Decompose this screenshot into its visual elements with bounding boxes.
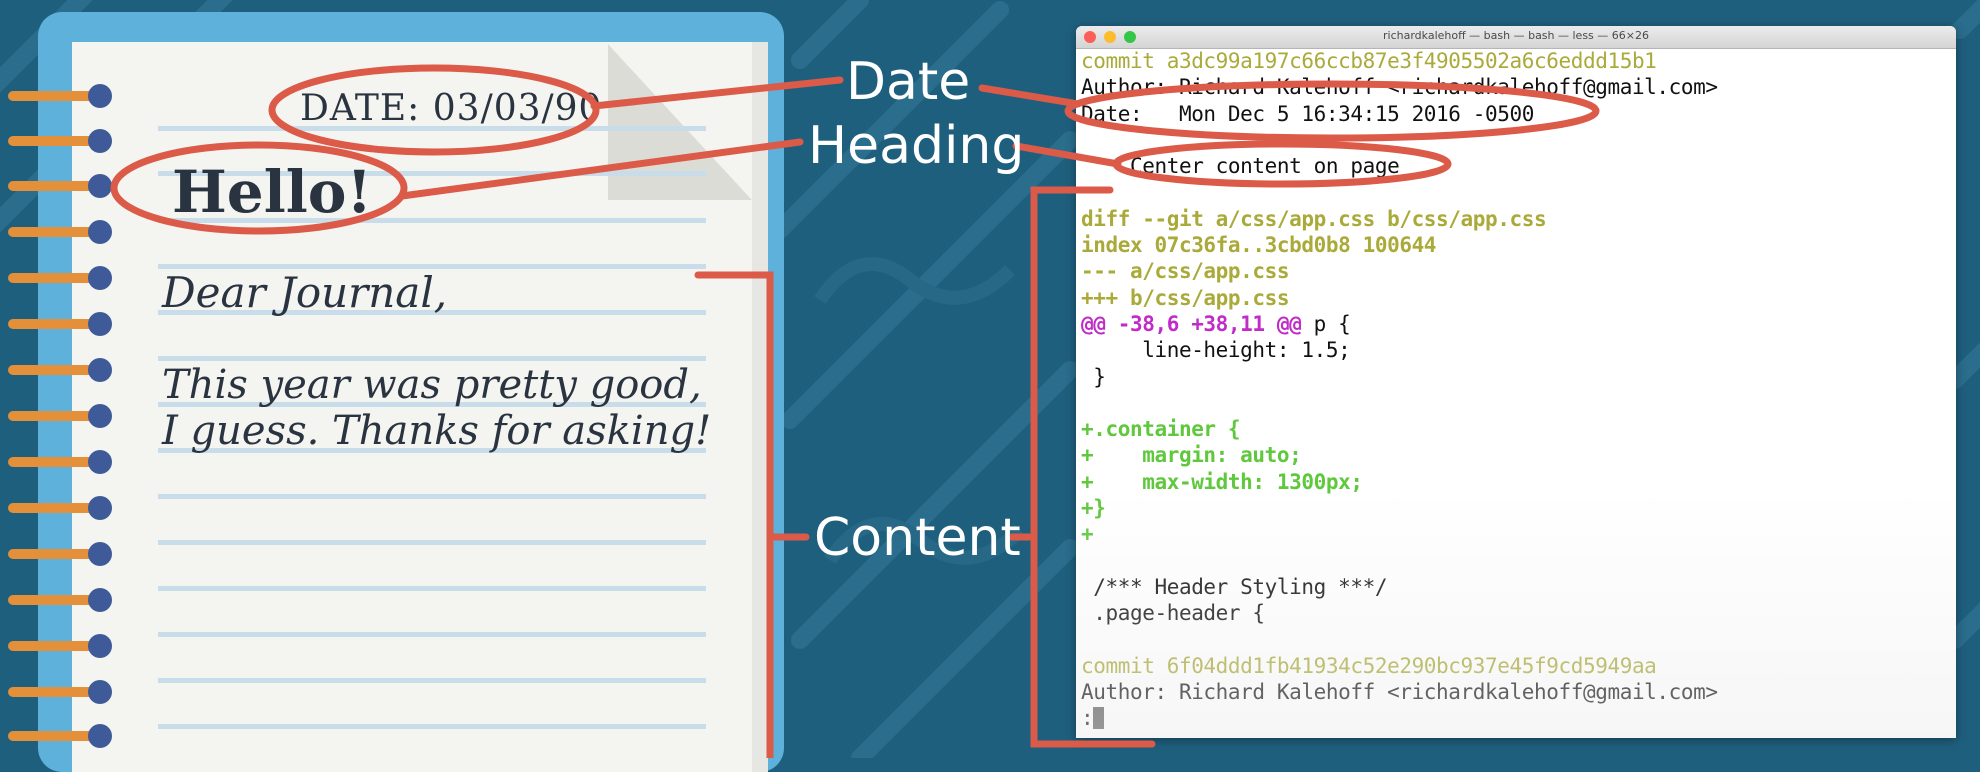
terminal-line-text: } xyxy=(1081,364,1106,389)
callout-date-label: Date xyxy=(846,52,971,112)
journal-greeting: Dear Journal, xyxy=(162,268,448,317)
rule-line xyxy=(158,494,706,499)
terminal-line: +} xyxy=(1081,495,1956,521)
terminal-line: Author: Richard Kalehoff <richardkalehof… xyxy=(1081,74,1956,100)
rule-line xyxy=(158,632,706,637)
terminal-line-text: Author: Richard Kalehoff <richardkalehof… xyxy=(1081,75,1718,100)
terminal-line-text: diff --git a/css/app.css b/css/app.css xyxy=(1081,206,1547,231)
terminal-line-text: commit 6f04ddd1fb41934c52e290bc937e45f9c… xyxy=(1081,653,1657,678)
terminal-line-text: +++ b/css/app.css xyxy=(1081,285,1290,310)
terminal-line: /*** Header Styling ***/ xyxy=(1081,574,1956,600)
spiral-ring xyxy=(8,220,112,244)
rule-line xyxy=(158,678,706,683)
terminal-line: +.container { xyxy=(1081,416,1956,442)
terminal-line-text: + margin: auto; xyxy=(1081,443,1302,468)
journal-date: DATE: 03/03/90 xyxy=(300,88,603,129)
rule-line xyxy=(158,586,706,591)
terminal-line-text: .page-header { xyxy=(1081,601,1265,626)
terminal-output[interactable]: commit a3dc99a197c66ccb87e3f4905502a6c6e… xyxy=(1081,48,1956,738)
spiral-ring xyxy=(8,680,112,704)
terminal-line-text: + xyxy=(1081,522,1094,547)
terminal-line: --- a/css/app.css xyxy=(1081,258,1956,284)
terminal-line-text: Center content on page xyxy=(1081,154,1400,179)
spiral-ring xyxy=(8,266,112,290)
terminal-line: : xyxy=(1081,705,1956,731)
terminal-line: commit a3dc99a197c66ccb87e3f4905502a6c6e… xyxy=(1081,48,1956,74)
terminal-window: richardkalehoff — bash — bash — less — 6… xyxy=(1076,26,1956,738)
terminal-line-text: /*** Header Styling ***/ xyxy=(1081,574,1388,599)
terminal-line: +++ b/css/app.css xyxy=(1081,285,1956,311)
terminal-line-text: + max-width: 1300px; xyxy=(1081,469,1363,494)
terminal-line-text: commit a3dc99a197c66ccb87e3f4905502a6c6e… xyxy=(1081,49,1657,73)
terminal-title: richardkalehoff — bash — bash — less — 6… xyxy=(1383,29,1649,42)
terminal-line: + max-width: 1300px; xyxy=(1081,469,1956,495)
terminal-line: Author: Richard Kalehoff <richardkalehof… xyxy=(1081,679,1956,705)
journal-heading: Hello! xyxy=(172,158,372,226)
rule-line xyxy=(158,724,706,729)
terminal-line: Center content on page xyxy=(1081,153,1956,179)
spiral-ring xyxy=(8,588,112,612)
journal-body-line-2: I guess. Thanks for asking! xyxy=(162,408,712,454)
spiral-ring xyxy=(8,174,112,198)
terminal-line-text: +} xyxy=(1081,496,1106,521)
terminal-title-bar: richardkalehoff — bash — bash — less — 6… xyxy=(1076,26,1956,49)
terminal-line-text: --- a/css/app.css xyxy=(1081,259,1290,284)
spiral-ring xyxy=(8,312,112,336)
page-fold xyxy=(608,44,752,200)
terminal-line: @@ -38,6 +38,11 @@ p { xyxy=(1081,311,1956,337)
terminal-line-text: : xyxy=(1081,706,1094,731)
terminal-line: } xyxy=(1081,364,1956,390)
spiral-ring xyxy=(8,724,112,748)
spiral-ring xyxy=(8,634,112,658)
terminal-cursor[interactable] xyxy=(1093,707,1105,730)
rule-line xyxy=(158,540,706,545)
terminal-line: diff --git a/css/app.css b/css/app.css xyxy=(1081,206,1956,232)
terminal-line-text: +.container { xyxy=(1081,417,1241,442)
journal-body-line-1: This year was pretty good, xyxy=(162,362,702,408)
spiral-ring xyxy=(8,496,112,520)
terminal-line: + margin: auto; xyxy=(1081,442,1956,468)
terminal-line-text: Date: Mon Dec 5 16:34:15 2016 -0500 xyxy=(1081,101,1534,126)
terminal-line-text: Author: Richard Kalehoff <richardkalehof… xyxy=(1081,680,1718,705)
spiral-ring xyxy=(8,450,112,474)
terminal-line-tail: p { xyxy=(1301,311,1351,336)
terminal-line: + xyxy=(1081,521,1956,547)
terminal-line: commit 6f04ddd1fb41934c52e290bc937e45f9c… xyxy=(1081,653,1956,679)
terminal-line-text: line-height: 1.5; xyxy=(1081,338,1351,363)
terminal-line: index 07c36fa..3cbd0b8 100644 xyxy=(1081,232,1956,258)
rule-line xyxy=(158,356,706,361)
terminal-line: line-height: 1.5; xyxy=(1081,337,1956,363)
spiral-ring xyxy=(8,404,112,428)
terminal-line: Date: Mon Dec 5 16:34:15 2016 -0500 xyxy=(1081,101,1956,127)
spiral-ring xyxy=(8,129,112,153)
callout-content-label: Content xyxy=(814,508,1021,568)
terminal-line-text: @@ -38,6 +38,11 @@ xyxy=(1081,311,1302,336)
terminal-line: .page-header { xyxy=(1081,600,1956,626)
terminal-line-text: index 07c36fa..3cbd0b8 100644 xyxy=(1081,233,1437,258)
notebook-page-edge xyxy=(752,42,768,772)
callout-heading-label: Heading xyxy=(808,116,1025,176)
spiral-ring xyxy=(8,84,112,108)
spiral-ring xyxy=(8,542,112,566)
spiral-ring xyxy=(8,358,112,382)
